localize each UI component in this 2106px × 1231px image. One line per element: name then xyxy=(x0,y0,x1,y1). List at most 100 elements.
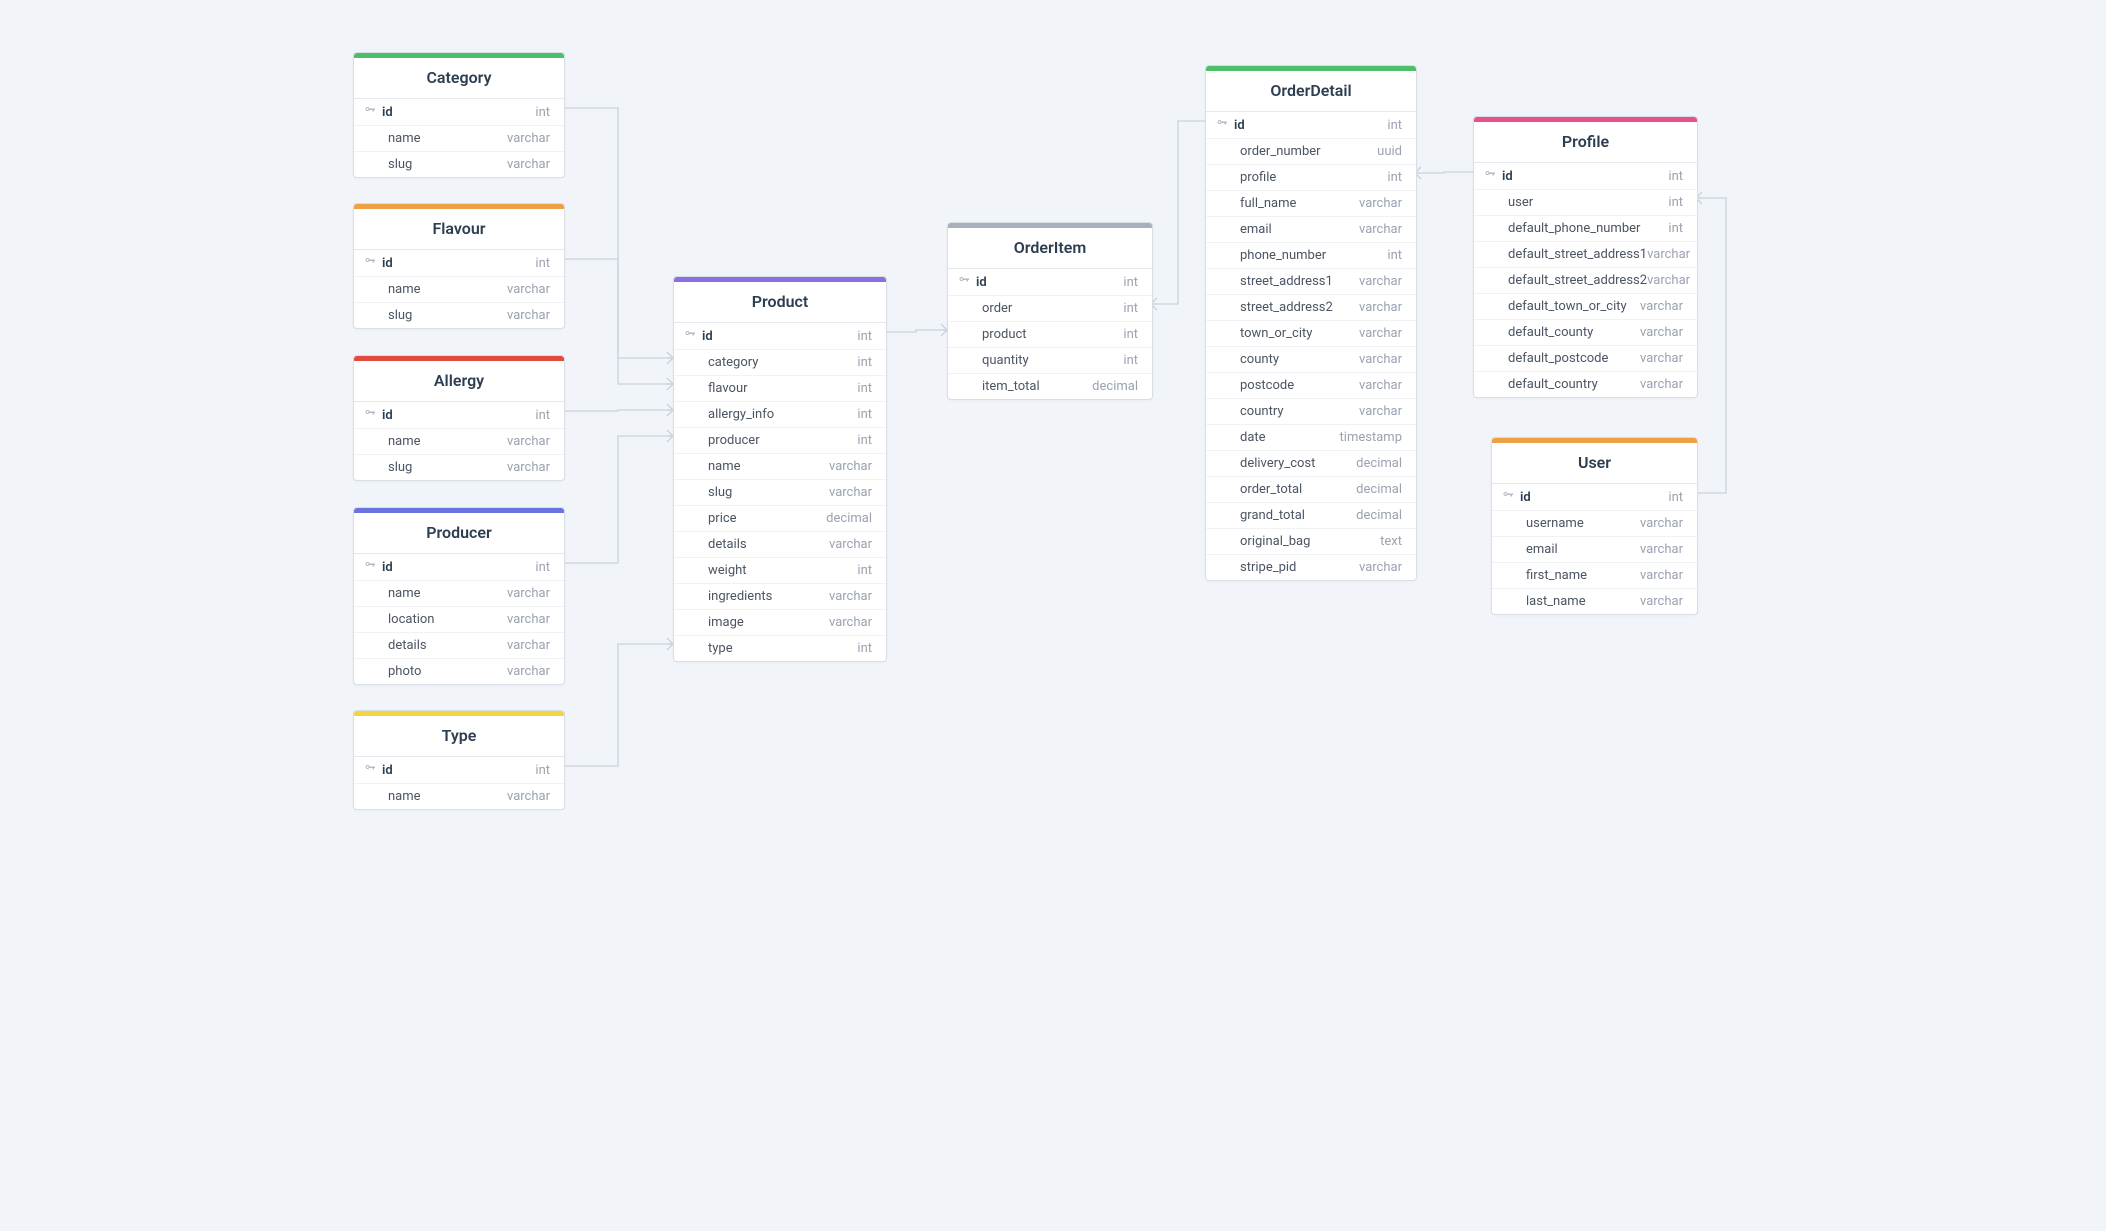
field-row[interactable]: idint xyxy=(674,323,886,350)
field-row[interactable]: order_totaldecimal xyxy=(1206,477,1416,503)
field-name: order xyxy=(958,301,1012,316)
field-row[interactable]: allergy_infoint xyxy=(674,402,886,428)
field-type: varchar xyxy=(1359,352,1402,367)
field-row[interactable]: namevarchar xyxy=(354,277,564,303)
field-row[interactable]: phone_numberint xyxy=(1206,243,1416,269)
entity-allergy[interactable]: Allergyidintnamevarcharslugvarchar xyxy=(353,355,565,481)
entity-title: Producer xyxy=(354,513,564,554)
field-row[interactable]: stripe_pidvarchar xyxy=(1206,555,1416,580)
field-row[interactable]: grand_totaldecimal xyxy=(1206,503,1416,529)
field-row[interactable]: imagevarchar xyxy=(674,610,886,636)
field-row[interactable]: original_bagtext xyxy=(1206,529,1416,555)
field-row[interactable]: order_numberuuid xyxy=(1206,139,1416,165)
field-row[interactable]: namevarchar xyxy=(674,454,886,480)
field-row[interactable]: default_street_address2varchar xyxy=(1474,268,1697,294)
entity-orderdetail[interactable]: OrderDetailidintorder_numberuuidprofilei… xyxy=(1205,65,1417,581)
entity-orderitem[interactable]: OrderItemidintorderintproductintquantity… xyxy=(947,222,1153,400)
field-row[interactable]: last_namevarchar xyxy=(1492,589,1697,614)
field-row[interactable]: emailvarchar xyxy=(1492,537,1697,563)
field-row[interactable]: namevarchar xyxy=(354,581,564,607)
field-row[interactable]: idint xyxy=(1206,112,1416,139)
field-row[interactable]: delivery_costdecimal xyxy=(1206,451,1416,477)
field-name: ingredients xyxy=(684,589,772,604)
field-row[interactable]: flavourint xyxy=(674,376,886,402)
field-row[interactable]: idint xyxy=(1474,163,1697,190)
field-row[interactable]: idint xyxy=(948,269,1152,296)
field-name: profile xyxy=(1216,170,1276,185)
entity-type[interactable]: Typeidintnamevarchar xyxy=(353,710,565,810)
field-row[interactable]: idint xyxy=(354,554,564,581)
entity-title: Product xyxy=(674,282,886,323)
entity-user[interactable]: Useridintusernamevarcharemailvarcharfirs… xyxy=(1491,437,1698,615)
field-row[interactable]: default_postcodevarchar xyxy=(1474,346,1697,372)
field-row[interactable]: first_namevarchar xyxy=(1492,563,1697,589)
field-row[interactable]: producerint xyxy=(674,428,886,454)
field-row[interactable]: idint xyxy=(354,402,564,429)
entity-product[interactable]: Productidintcategoryintflavourintallergy… xyxy=(673,276,887,662)
field-row[interactable]: userint xyxy=(1474,190,1697,216)
field-row[interactable]: profileint xyxy=(1206,165,1416,191)
field-row[interactable]: slugvarchar xyxy=(674,480,886,506)
field-row[interactable]: usernamevarchar xyxy=(1492,511,1697,537)
field-row[interactable]: postcodevarchar xyxy=(1206,373,1416,399)
field-row[interactable]: namevarchar xyxy=(354,429,564,455)
field-row[interactable]: date timestamp xyxy=(1206,425,1416,451)
field-row[interactable]: emailvarchar xyxy=(1206,217,1416,243)
field-row[interactable]: item_totaldecimal xyxy=(948,374,1152,399)
field-type: int xyxy=(535,763,550,778)
field-row[interactable]: pricedecimal xyxy=(674,506,886,532)
field-row[interactable]: typeint xyxy=(674,636,886,661)
field-row[interactable]: idint xyxy=(354,250,564,277)
field-row[interactable]: default_street_address1varchar xyxy=(1474,242,1697,268)
field-name: flavour xyxy=(684,381,748,396)
field-type: varchar xyxy=(829,615,872,630)
field-type: timestamp xyxy=(1340,430,1402,445)
field-row[interactable]: namevarchar xyxy=(354,126,564,152)
field-name: order_number xyxy=(1216,144,1321,159)
field-type: varchar xyxy=(507,308,550,323)
field-row[interactable]: town_or_cityvarchar xyxy=(1206,321,1416,347)
field-row[interactable]: detailsvarchar xyxy=(674,532,886,558)
field-row[interactable]: weightint xyxy=(674,558,886,584)
field-row[interactable]: slugvarchar xyxy=(354,455,564,480)
field-row[interactable]: productint xyxy=(948,322,1152,348)
field-type: int xyxy=(1668,221,1683,236)
field-row[interactable]: quantityint xyxy=(948,348,1152,374)
field-row[interactable]: street_address1varchar xyxy=(1206,269,1416,295)
field-row[interactable]: countyvarchar xyxy=(1206,347,1416,373)
field-row[interactable]: photovarchar xyxy=(354,659,564,684)
field-row[interactable]: locationvarchar xyxy=(354,607,564,633)
field-row[interactable]: street_address2varchar xyxy=(1206,295,1416,321)
field-row[interactable]: slugvarchar xyxy=(354,303,564,328)
field-row[interactable]: ingredientsvarchar xyxy=(674,584,886,610)
entity-flavour[interactable]: Flavouridintnamevarcharslugvarchar xyxy=(353,203,565,329)
entity-category[interactable]: Categoryidintnamevarcharslugvarchar xyxy=(353,52,565,178)
field-type: varchar xyxy=(507,789,550,804)
erd-canvas[interactable]: CategoryidintnamevarcharslugvarcharFlavo… xyxy=(323,0,1783,830)
field-name: date xyxy=(1216,430,1266,445)
field-row[interactable]: idint xyxy=(354,757,564,784)
entity-producer[interactable]: Produceridintnamevarcharlocationvarchard… xyxy=(353,507,565,685)
field-name: name xyxy=(364,586,421,601)
field-row[interactable]: slugvarchar xyxy=(354,152,564,177)
field-name: default_street_address1 xyxy=(1484,247,1647,262)
field-row[interactable]: idint xyxy=(1492,484,1697,511)
key-icon xyxy=(364,407,376,423)
field-row[interactable]: detailsvarchar xyxy=(354,633,564,659)
field-name: id xyxy=(364,559,393,575)
entity-profile[interactable]: Profileidintuserintdefault_phone_numberi… xyxy=(1473,116,1698,398)
field-row[interactable]: default_countryvarchar xyxy=(1474,372,1697,397)
field-name: slug xyxy=(684,485,732,500)
field-type: int xyxy=(535,105,550,120)
field-name: quantity xyxy=(958,353,1029,368)
field-row[interactable]: countryvarchar xyxy=(1206,399,1416,425)
field-row[interactable]: namevarchar xyxy=(354,784,564,809)
field-row[interactable]: default_countyvarchar xyxy=(1474,320,1697,346)
field-row[interactable]: default_town_or_cityvarchar xyxy=(1474,294,1697,320)
field-row[interactable]: idint xyxy=(354,99,564,126)
field-row[interactable]: full_namevarchar xyxy=(1206,191,1416,217)
field-row[interactable]: orderint xyxy=(948,296,1152,322)
field-row[interactable]: categoryint xyxy=(674,350,886,376)
field-name: stripe_pid xyxy=(1216,560,1296,575)
field-row[interactable]: default_phone_numberint xyxy=(1474,216,1697,242)
